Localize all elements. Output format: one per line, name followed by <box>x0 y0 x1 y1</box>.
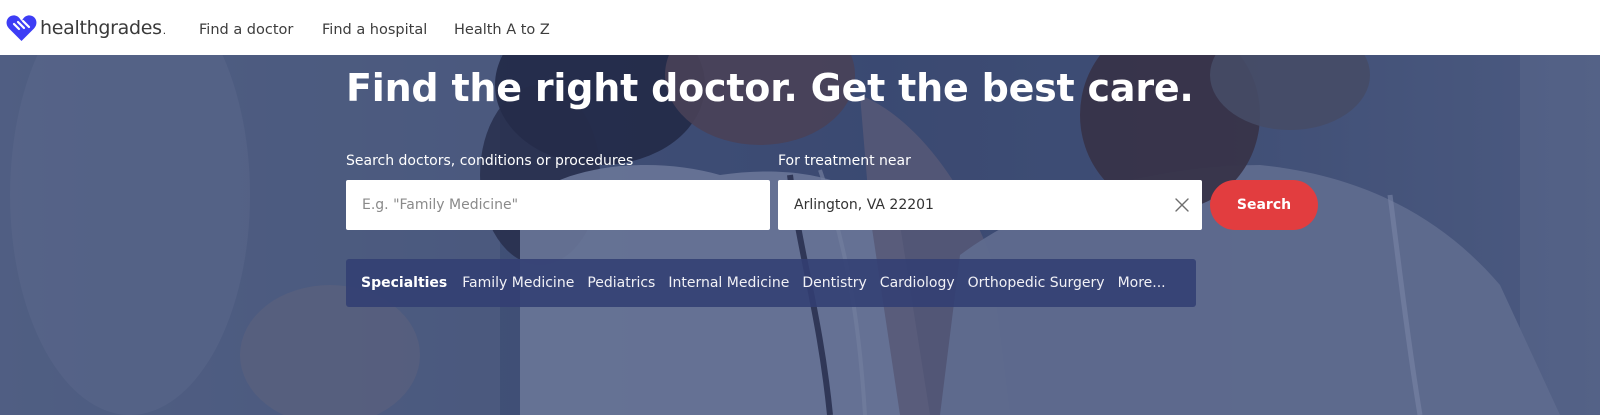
specialty-link-more[interactable]: More... <box>1118 275 1166 291</box>
search-button[interactable]: Search <box>1210 180 1318 230</box>
heart-logo-icon <box>6 14 37 41</box>
specialty-link-orthopedic-surgery[interactable]: Orthopedic Surgery <box>968 275 1105 291</box>
healthgrades-logo[interactable]: healthgrades . <box>5 0 166 55</box>
clear-location-button[interactable] <box>1173 196 1191 214</box>
nav-find-a-doctor[interactable]: Find a doctor <box>199 22 293 38</box>
specialty-link-internal-medicine[interactable]: Internal Medicine <box>668 275 789 291</box>
specialty-link-family-medicine[interactable]: Family Medicine <box>462 275 574 291</box>
specialties-bar: Specialties Family Medicine Pediatrics I… <box>346 259 1196 307</box>
specialty-link-dentistry[interactable]: Dentistry <box>802 275 866 291</box>
query-field-label: Search doctors, conditions or procedures <box>346 153 634 169</box>
nav-health-a-to-z[interactable]: Health A to Z <box>454 22 550 38</box>
specialties-title: Specialties <box>361 275 448 291</box>
brand-name: healthgrades <box>40 16 162 39</box>
specialty-link-cardiology[interactable]: Cardiology <box>880 275 955 291</box>
page-headline: Find the right doctor. Get the best care… <box>346 66 1194 110</box>
search-query-input[interactable] <box>346 180 770 230</box>
location-field-label: For treatment near <box>778 153 911 169</box>
nav-find-a-hospital[interactable]: Find a hospital <box>322 22 427 38</box>
location-input[interactable] <box>778 180 1202 230</box>
close-icon <box>1175 198 1189 212</box>
specialty-link-pediatrics[interactable]: Pediatrics <box>587 275 655 291</box>
top-navigation: healthgrades . Find a doctor Find a hosp… <box>0 0 1600 55</box>
brand-dot: . <box>162 23 167 37</box>
